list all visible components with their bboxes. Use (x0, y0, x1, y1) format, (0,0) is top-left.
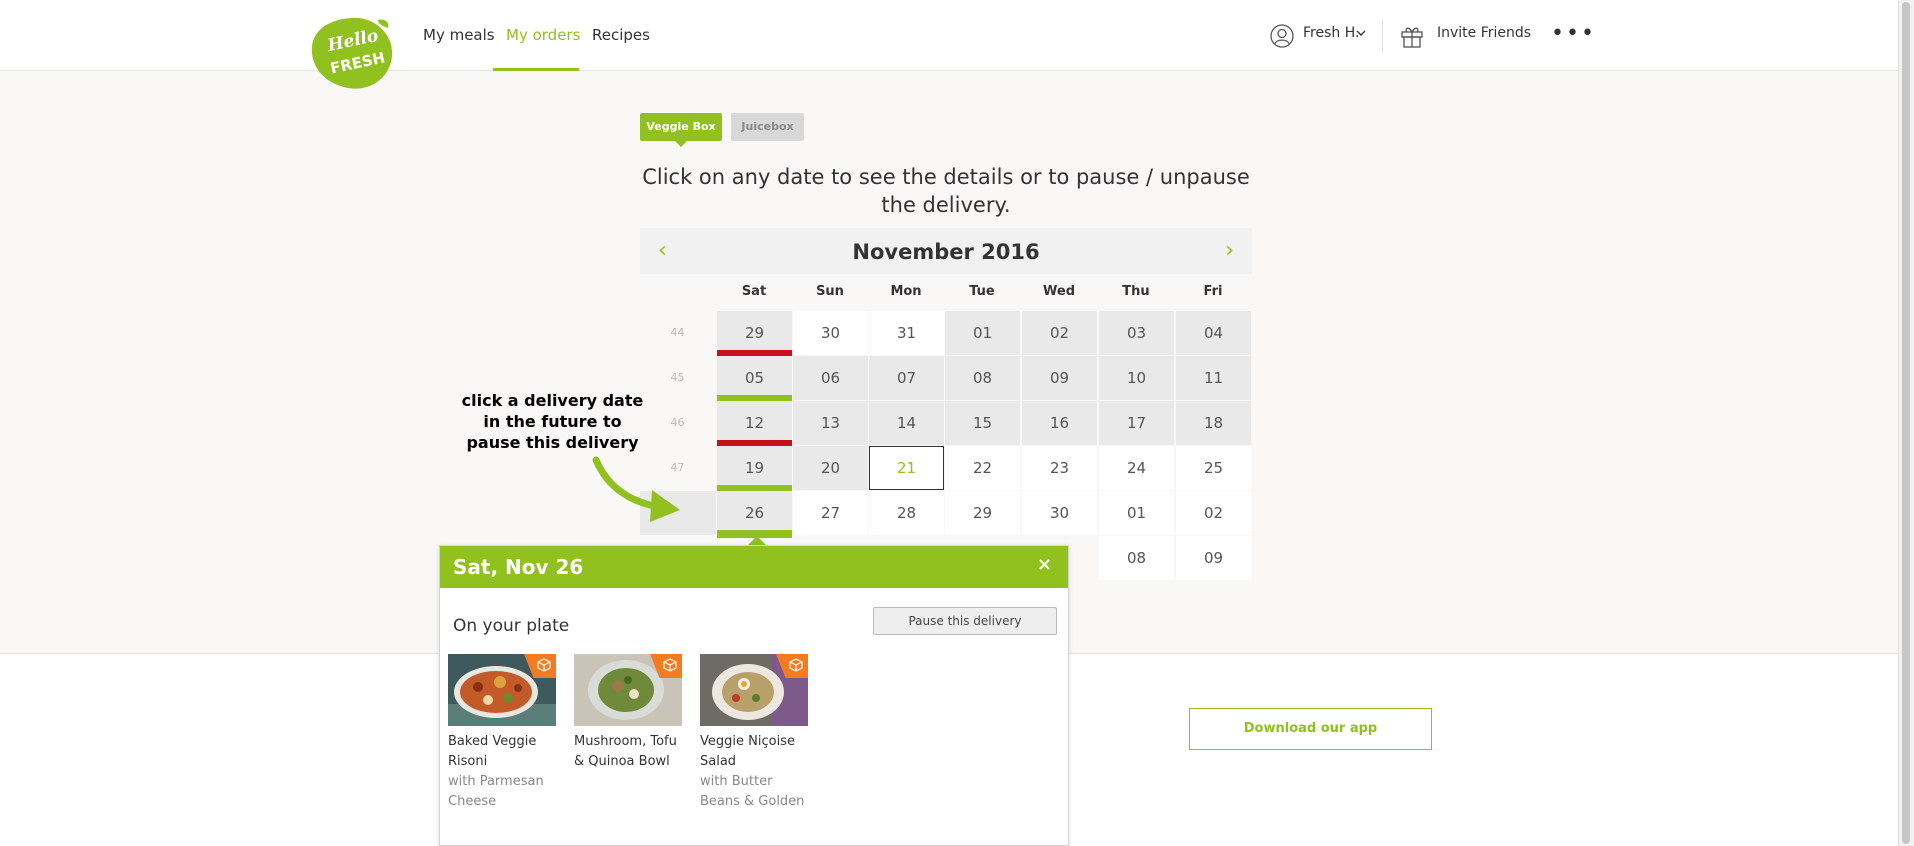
calendar-day[interactable]: 23 (1022, 446, 1097, 490)
day-number: 19 (744, 459, 765, 477)
day-header: Sun (816, 284, 844, 299)
pause-delivery-button[interactable]: Pause this delivery (873, 607, 1057, 635)
box-icon (663, 658, 677, 672)
calendar-day[interactable]: 14 (869, 401, 944, 445)
week-number: 46 (670, 416, 685, 429)
meal-subtitle: with Parmesan Cheese (448, 774, 544, 809)
more-options-icon[interactable]: ••• (1551, 23, 1596, 45)
calendar-day[interactable]: 30 (793, 311, 868, 355)
week-number: 45 (670, 371, 685, 384)
calendar-month-title: November 2016 (852, 240, 1040, 264)
meal-image[interactable] (700, 654, 808, 726)
meal-subtitle: with Butter Beans & Golden (700, 774, 805, 809)
calendar-day[interactable]: 01 (1099, 491, 1174, 535)
calendar-day[interactable]: 17 (1099, 401, 1174, 445)
calendar-day[interactable]: 08 (1099, 536, 1174, 580)
meal-name[interactable]: Veggie Niçoise Salad (700, 732, 812, 772)
meal-card[interactable]: Baked Veggie Risoni with Parmesan Cheese (448, 654, 560, 812)
calendar-instruction: Click on any date to see the details or … (642, 165, 1250, 217)
page-scrollbar[interactable] (1898, 0, 1914, 846)
nav-divider (1382, 20, 1383, 52)
calendar-day[interactable]: 07 (869, 356, 944, 400)
day-header: Mon (890, 284, 922, 299)
calendar-day[interactable]: 08 (945, 356, 1020, 400)
day-header: Sat (741, 284, 767, 299)
user-menu-label[interactable]: Fresh H. (1303, 25, 1359, 41)
chevron-down-icon[interactable] (1356, 29, 1366, 37)
tab-veggie-box[interactable]: Veggie Box (640, 113, 722, 147)
calendar-day[interactable]: 19 (717, 446, 792, 493)
calendar-day[interactable]: 01 (945, 311, 1020, 355)
calendar-day-today[interactable]: 21 (869, 446, 944, 490)
calendar-day[interactable]: 10 (1099, 356, 1174, 400)
calendar-day[interactable]: 12 (717, 401, 792, 448)
calendar-day[interactable]: 16 (1022, 401, 1097, 445)
close-icon[interactable]: × (1037, 554, 1052, 575)
nav-my-meals[interactable]: My meals (423, 26, 495, 44)
next-month-icon[interactable]: › (1225, 238, 1234, 263)
calendar-day[interactable]: 05 (717, 356, 792, 403)
day-number: 12 (744, 414, 765, 432)
nav-recipes[interactable]: Recipes (592, 26, 650, 44)
user-icon[interactable] (1270, 24, 1294, 48)
day-number: 26 (744, 504, 765, 522)
calendar-day[interactable]: 24 (1099, 446, 1174, 490)
calendar-day-selected[interactable]: 26 (717, 491, 792, 538)
active-tab-underline (493, 68, 579, 71)
calendar-day[interactable]: 28 (869, 491, 944, 535)
calendar-day[interactable]: 15 (945, 401, 1020, 445)
tab-juicebox[interactable]: Juicebox (731, 113, 804, 141)
download-app-button[interactable]: Download our app (1189, 708, 1432, 750)
pause-hint-annotation: click a delivery date in the future to p… (461, 391, 644, 452)
calendar-day[interactable]: 31 (869, 311, 944, 355)
on-your-plate-heading: On your plate (453, 616, 570, 636)
day-header: Fri (1203, 284, 1223, 299)
calendar-day[interactable]: 18 (1176, 401, 1251, 445)
gift-icon[interactable] (1399, 23, 1425, 49)
meal-card[interactable]: Mushroom, Tofu & Quinoa Bowl (574, 654, 686, 772)
calendar-day[interactable]: 09 (1022, 356, 1097, 400)
calendar-day[interactable]: 29 (717, 311, 792, 358)
calendar-day[interactable]: 09 (1176, 536, 1251, 580)
meal-image[interactable] (574, 654, 682, 726)
meal-card[interactable]: Veggie Niçoise Salad with Butter Beans &… (700, 654, 812, 812)
hint-arrow-icon (592, 456, 680, 522)
popup-date-title: Sat, Nov 26 (453, 555, 584, 579)
popup-header: Sat, Nov 26 × (440, 546, 1068, 588)
calendar-day[interactable]: 30 (1022, 491, 1097, 535)
calendar-day[interactable]: 29 (945, 491, 1020, 535)
day-number: 05 (744, 369, 765, 387)
top-navigation-bar: Hello FRESH My meals My orders Recipes F… (0, 0, 1898, 89)
calendar-day[interactable]: 03 (1099, 311, 1174, 355)
box-icon (537, 658, 551, 672)
calendar-day[interactable]: 25 (1176, 446, 1251, 490)
day-header: Wed (1043, 284, 1075, 299)
calendar-day[interactable]: 22 (945, 446, 1020, 490)
day-number: 29 (744, 324, 765, 342)
calendar-day[interactable]: 11 (1176, 356, 1251, 400)
day-header: Thu (1122, 284, 1150, 299)
nav-my-orders[interactable]: My orders (506, 26, 580, 44)
scrollbar-thumb[interactable] (1902, 2, 1910, 844)
delivery-details-popup: Sat, Nov 26 × On your plate Pause this d… (439, 545, 1069, 846)
meal-name[interactable]: Mushroom, Tofu & Quinoa Bowl (574, 732, 686, 772)
calendar-day[interactable]: 06 (793, 356, 868, 400)
day-header: Tue (969, 284, 995, 299)
calendar-day[interactable]: 13 (793, 401, 868, 445)
meal-name[interactable]: Baked Veggie Risoni (448, 732, 560, 772)
calendar-day[interactable]: 20 (793, 446, 868, 490)
calendar-day[interactable]: 02 (1022, 311, 1097, 355)
meal-image[interactable] (448, 654, 556, 726)
invite-friends-link[interactable]: Invite Friends (1437, 25, 1531, 41)
week-number: 44 (670, 326, 685, 339)
calendar-day[interactable]: 02 (1176, 491, 1251, 535)
hellofresh-logo[interactable]: Hello FRESH (308, 14, 395, 92)
calendar-header: ‹ November 2016 › (640, 228, 1252, 274)
calendar-day[interactable]: 27 (793, 491, 868, 535)
box-icon (789, 658, 803, 672)
calendar-day[interactable]: 04 (1176, 311, 1251, 355)
